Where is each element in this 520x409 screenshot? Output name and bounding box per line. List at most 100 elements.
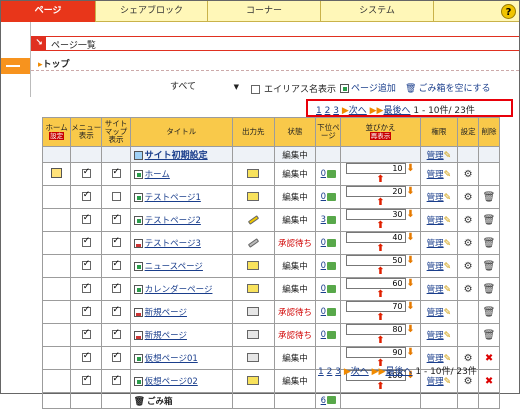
manage-link[interactable]: 管理 bbox=[427, 331, 444, 341]
lower-count-link[interactable]: 0 bbox=[321, 169, 326, 179]
page-title-link[interactable]: ホーム bbox=[145, 170, 170, 180]
move-up-icon[interactable]: ⬆ bbox=[376, 266, 386, 277]
pager-bottom-next[interactable]: 次へ bbox=[351, 367, 369, 377]
move-up-icon[interactable]: ⬆ bbox=[376, 197, 386, 208]
pager-page-3[interactable]: 3 bbox=[333, 106, 339, 116]
add-subpage-icon[interactable] bbox=[327, 261, 337, 270]
manage-link[interactable]: 管理 bbox=[427, 262, 444, 272]
trash-count-link[interactable]: 6 bbox=[321, 396, 326, 406]
order-input[interactable] bbox=[345, 255, 406, 266]
order-input[interactable] bbox=[345, 324, 406, 335]
menu-checkbox[interactable] bbox=[81, 167, 91, 178]
add-subpage-icon[interactable] bbox=[327, 330, 337, 339]
move-down-icon[interactable]: ⬇ bbox=[406, 347, 416, 358]
lower-count-link[interactable]: 0 bbox=[321, 307, 326, 317]
menu-checkbox[interactable] bbox=[81, 282, 91, 293]
page-title-link[interactable]: 新規ページ bbox=[145, 331, 187, 341]
manage-link[interactable]: 管理 bbox=[427, 377, 444, 387]
move-down-icon[interactable]: ⬇ bbox=[406, 324, 416, 335]
menu-checkbox[interactable] bbox=[81, 236, 91, 247]
order-input[interactable] bbox=[345, 163, 406, 174]
manage-link[interactable]: 管理 bbox=[427, 285, 444, 295]
tab-page[interactable]: ページ bbox=[1, 1, 96, 22]
sitemap-checkbox[interactable] bbox=[111, 305, 121, 316]
trash-icon[interactable]: 🗑 bbox=[483, 330, 496, 341]
move-down-icon[interactable]: ⬇ bbox=[406, 186, 416, 197]
menu-checkbox[interactable] bbox=[81, 305, 91, 316]
move-up-icon[interactable]: ⬆ bbox=[376, 174, 386, 185]
add-subpage-icon[interactable] bbox=[327, 238, 337, 247]
gear-icon[interactable]: ⚙ bbox=[464, 238, 473, 249]
home-icon[interactable] bbox=[51, 167, 63, 178]
add-subpage-icon[interactable] bbox=[327, 192, 337, 201]
page-title-link[interactable]: 新規ページ bbox=[145, 308, 187, 318]
order-input[interactable] bbox=[345, 186, 406, 197]
page-title-link[interactable]: テストページ3 bbox=[145, 239, 201, 249]
move-up-icon[interactable]: ⬆ bbox=[376, 312, 386, 323]
output-off-icon[interactable] bbox=[247, 307, 260, 316]
pager-bottom-page-2[interactable]: 2 bbox=[327, 367, 333, 377]
filter-select[interactable]: すべて ▼ bbox=[167, 80, 241, 94]
add-subpage-icon[interactable] bbox=[327, 169, 337, 178]
output-icon[interactable] bbox=[247, 192, 260, 201]
move-down-icon[interactable]: ⬇ bbox=[406, 278, 416, 289]
trash-title[interactable]: ごみ箱 bbox=[147, 397, 173, 407]
output-icon[interactable] bbox=[247, 376, 260, 385]
site-manage-link[interactable]: 管理 bbox=[427, 151, 444, 161]
reorder-refresh-badge[interactable]: 再表示 bbox=[369, 132, 392, 140]
add-subpage-icon[interactable] bbox=[327, 284, 337, 293]
manage-link[interactable]: 管理 bbox=[427, 170, 444, 180]
output-icon[interactable] bbox=[247, 169, 260, 178]
page-title-link[interactable]: テストページ1 bbox=[145, 193, 201, 203]
page-title-link[interactable]: 仮想ページ01 bbox=[145, 354, 198, 364]
lower-count-link[interactable]: 3 bbox=[321, 215, 326, 225]
lower-count-link[interactable]: 0 bbox=[321, 261, 326, 271]
manage-link[interactable]: 管理 bbox=[427, 308, 444, 318]
manage-link[interactable]: 管理 bbox=[427, 193, 444, 203]
alias-checkbox[interactable] bbox=[251, 85, 260, 94]
delete-x-icon[interactable]: ✖ bbox=[485, 376, 493, 387]
pen-gray-icon[interactable] bbox=[247, 237, 259, 248]
home-setting-badge[interactable]: 設定 bbox=[49, 132, 65, 140]
trash-icon[interactable]: 🗑 bbox=[483, 192, 496, 203]
move-up-icon[interactable]: ⬆ bbox=[376, 220, 386, 231]
move-up-icon[interactable]: ⬆ bbox=[376, 243, 386, 254]
lower-count-link[interactable]: 0 bbox=[321, 330, 326, 340]
manage-link[interactable]: 管理 bbox=[427, 354, 444, 364]
sitemap-checkbox[interactable] bbox=[111, 167, 121, 178]
pen-icon[interactable] bbox=[247, 214, 259, 225]
move-down-icon[interactable]: ⬇ bbox=[406, 209, 416, 220]
gear-icon[interactable]: ⚙ bbox=[464, 215, 473, 226]
pager-page-2[interactable]: 2 bbox=[325, 106, 331, 116]
menu-checkbox[interactable] bbox=[81, 351, 91, 362]
order-input[interactable] bbox=[345, 278, 406, 289]
alias-toggle[interactable]: エイリアス名表示 bbox=[251, 82, 336, 95]
manage-link[interactable]: 管理 bbox=[427, 239, 444, 249]
add-subpage-icon[interactable] bbox=[327, 307, 337, 316]
page-title-link[interactable]: テストページ2 bbox=[145, 216, 201, 226]
output-icon[interactable] bbox=[247, 261, 260, 270]
trash-icon[interactable]: 🗑 bbox=[483, 284, 496, 295]
pager-bottom-page-3[interactable]: 3 bbox=[335, 367, 341, 377]
sitemap-checkbox[interactable] bbox=[111, 236, 121, 247]
gear-icon[interactable]: ⚙ bbox=[464, 192, 473, 203]
move-down-icon[interactable]: ⬇ bbox=[406, 163, 416, 174]
add-subpage-icon[interactable] bbox=[327, 215, 337, 224]
menu-checkbox[interactable] bbox=[81, 328, 91, 339]
sitemap-checkbox[interactable] bbox=[111, 192, 121, 201]
page-title-link[interactable]: カレンダーページ bbox=[145, 285, 213, 295]
manage-link[interactable]: 管理 bbox=[427, 216, 444, 226]
lower-count-link[interactable]: 0 bbox=[321, 238, 326, 248]
move-up-icon[interactable]: ⬆ bbox=[376, 289, 386, 300]
gear-icon[interactable]: ⚙ bbox=[464, 284, 473, 295]
pager-next[interactable]: 次へ bbox=[349, 106, 367, 116]
tab-system[interactable]: システム bbox=[321, 1, 434, 22]
menu-checkbox[interactable] bbox=[81, 190, 91, 201]
order-input[interactable] bbox=[345, 209, 406, 220]
empty-trash-button[interactable]: 🗑 ごみ箱を空にする bbox=[405, 81, 491, 94]
order-input[interactable] bbox=[345, 232, 406, 243]
move-down-icon[interactable]: ⬇ bbox=[406, 301, 416, 312]
trash-icon[interactable]: 🗑 bbox=[483, 238, 496, 249]
move-up-icon[interactable]: ⬆ bbox=[376, 381, 386, 392]
sitemap-checkbox[interactable] bbox=[111, 328, 121, 339]
